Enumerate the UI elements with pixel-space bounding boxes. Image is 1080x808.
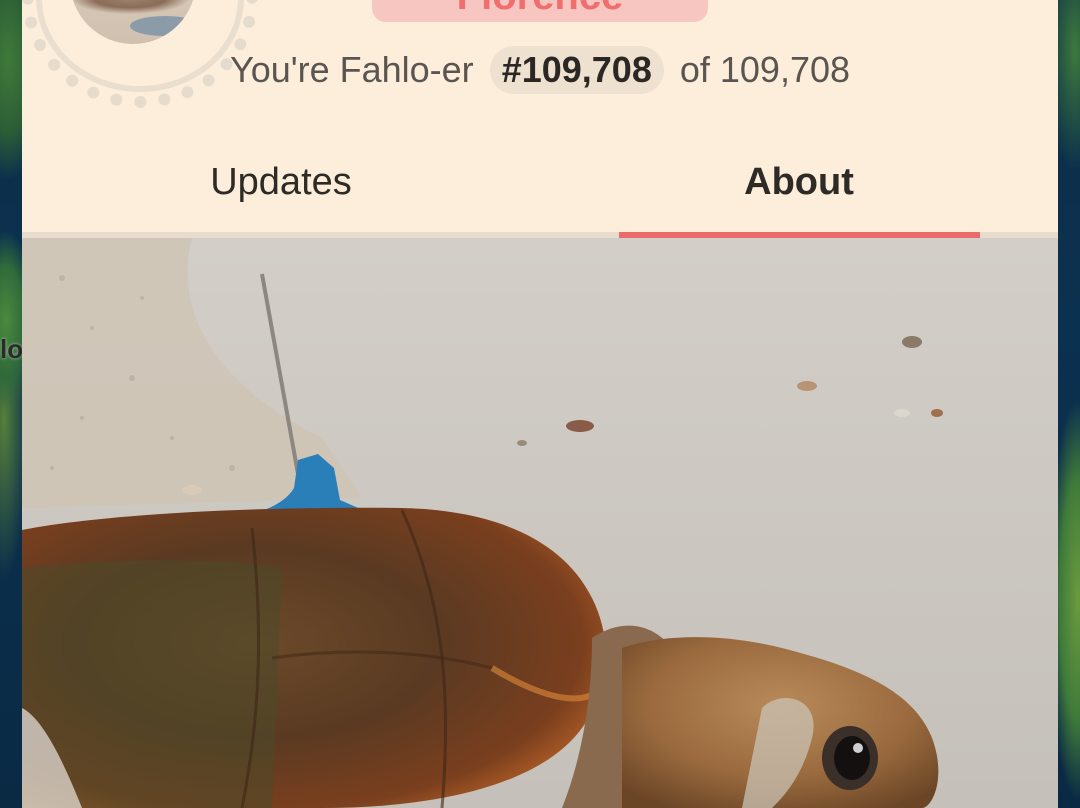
turtle-illustration — [22, 238, 1058, 808]
map-place-label: lo — [0, 334, 24, 364]
profile-tabs: Updates About — [22, 132, 1058, 236]
tab-about[interactable]: About — [540, 132, 1058, 232]
fahlo-rank: You're Fahlo-er #109,708 of 109,708 — [22, 46, 1058, 94]
turtle-photo — [22, 238, 1058, 808]
animal-name-badge: Florence — [372, 0, 708, 22]
animal-profile-card: Florence You're Fahlo-er #109,708 of 109… — [22, 0, 1058, 808]
rank-prefix: You're Fahlo-er — [229, 49, 474, 90]
profile-header: Florence You're Fahlo-er #109,708 of 109… — [22, 0, 1058, 238]
rank-suffix: of 109,708 — [679, 49, 851, 90]
animal-name: Florence — [372, 0, 708, 16]
rank-number-badge: #109,708 — [489, 46, 664, 94]
tab-updates[interactable]: Updates — [22, 132, 540, 232]
